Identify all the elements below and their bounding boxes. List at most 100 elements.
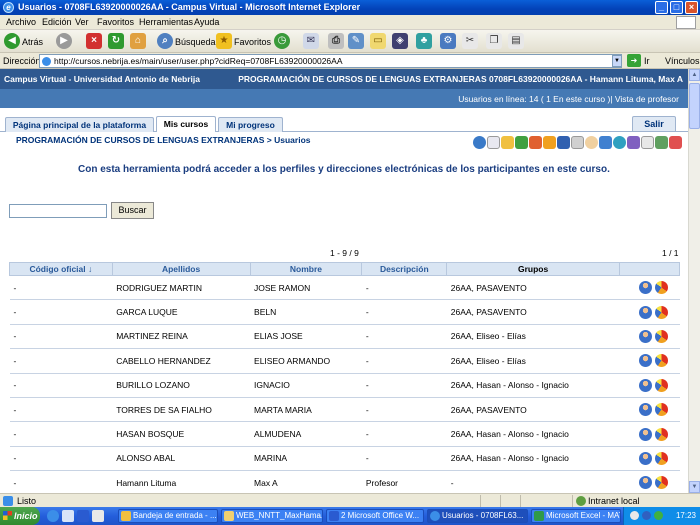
campus-title[interactable]: Campus Virtual - Universidad Antonio de …	[4, 74, 200, 84]
quicklaunch-ie-icon[interactable]	[47, 510, 59, 522]
tracking-icon[interactable]	[654, 451, 668, 465]
online-users-text[interactable]: Usuarios en línea: 14 ( 1 En este curso …	[458, 94, 679, 104]
header-official-code[interactable]: Código oficial ↓	[9, 262, 113, 276]
tab-my-courses[interactable]: Mis cursos	[156, 116, 216, 132]
tracking-icon[interactable]	[654, 427, 668, 441]
exercises-icon[interactable]	[529, 136, 542, 149]
documents-icon[interactable]	[501, 136, 514, 149]
tracking-icon[interactable]	[654, 354, 668, 368]
task-inbox[interactable]: Bandeja de entrada - ...	[118, 509, 218, 523]
search-button[interactable]: Buscar	[111, 202, 154, 219]
scroll-thumb[interactable]	[689, 83, 700, 129]
favorites-star-icon[interactable]: ★	[216, 33, 232, 49]
tray-nav-icon[interactable]	[630, 511, 639, 520]
vertical-scrollbar[interactable]: ▲ ▼	[688, 69, 700, 493]
quicklaunch-word-icon[interactable]	[77, 510, 89, 522]
tray-messenger-icon[interactable]	[654, 511, 663, 520]
stop-icon[interactable]: ×	[86, 33, 102, 49]
tracking-icon[interactable]	[654, 329, 668, 343]
user-info-icon[interactable]	[638, 281, 652, 295]
forum-icon[interactable]	[571, 136, 584, 149]
survey-icon[interactable]	[655, 136, 668, 149]
user-info-icon[interactable]	[638, 329, 652, 343]
address-input[interactable]: http://cursos.nebrija.es/main/user/user.…	[39, 54, 622, 68]
links-button[interactable]: Vínculos	[665, 56, 700, 66]
header-name[interactable]: Nombre	[249, 262, 363, 276]
user-info-icon[interactable]	[638, 451, 652, 465]
dropbox-icon[interactable]	[627, 136, 640, 149]
favorites-label[interactable]: Favoritos	[234, 37, 271, 47]
research-icon[interactable]: ◈	[392, 33, 408, 49]
search-label[interactable]: Búsqueda	[175, 37, 216, 47]
works-icon[interactable]	[557, 136, 570, 149]
back-arrow-icon[interactable]: ◀	[4, 33, 20, 49]
cell-name: BELN	[250, 299, 362, 325]
user-info-icon[interactable]	[638, 305, 652, 319]
logout-button[interactable]: Salir	[632, 116, 676, 132]
user-info-icon[interactable]	[638, 476, 652, 490]
close-button[interactable]: ×	[685, 1, 698, 14]
back-label[interactable]: Atrás	[22, 37, 43, 47]
task-excel[interactable]: Microsoft Excel - MAT...	[531, 509, 621, 523]
print-icon[interactable]: ⎙	[328, 33, 344, 49]
messenger-icon[interactable]: ♣	[416, 33, 432, 49]
header-surname[interactable]: Apellidos	[111, 262, 251, 276]
address-dropdown-icon[interactable]: ▼	[612, 55, 622, 67]
menu-ayuda[interactable]: Ayuda	[194, 17, 219, 27]
announcements-icon[interactable]	[473, 136, 486, 149]
discuss-icon[interactable]: ▭	[370, 33, 386, 49]
quicklaunch-desktop-icon[interactable]	[62, 510, 74, 522]
tracking-icon[interactable]	[654, 378, 668, 392]
menu-archivo[interactable]: Archivo	[6, 17, 36, 27]
user-info-icon[interactable]	[638, 378, 652, 392]
edit-icon[interactable]: ✎	[348, 33, 364, 49]
scroll-down-icon[interactable]: ▼	[689, 481, 700, 493]
tray-network-icon[interactable]	[642, 511, 651, 520]
mail-icon[interactable]: ✉	[303, 33, 319, 49]
tracking-icon[interactable]	[654, 281, 668, 295]
tracking-icon[interactable]	[654, 476, 668, 490]
learning-path-icon[interactable]	[543, 136, 556, 149]
breadcrumb-course[interactable]: PROGRAMACIÓN DE CURSOS DE LENGUAS EXTRAN…	[16, 135, 264, 145]
calendar-icon[interactable]	[487, 136, 500, 149]
tab-main-platform[interactable]: Página principal de la plataforma	[5, 117, 154, 132]
go-arrow-icon[interactable]: ➜	[627, 54, 641, 67]
minimize-button[interactable]: _	[655, 1, 668, 14]
users-icon[interactable]	[585, 136, 598, 149]
paste-icon[interactable]: ▤	[508, 33, 524, 49]
tools-icon[interactable]: ⚙	[440, 33, 456, 49]
tracking-icon[interactable]	[654, 305, 668, 319]
user-info-icon[interactable]	[638, 427, 652, 441]
home-icon[interactable]: ⌂	[130, 33, 146, 49]
search-icon[interactable]: ⌕	[157, 33, 173, 49]
user-info-icon[interactable]	[638, 403, 652, 417]
menu-favoritos[interactable]: Favoritos	[97, 17, 134, 27]
menu-ver[interactable]: Ver	[75, 17, 89, 27]
task-web-folder[interactable]: WEB_NNTT_MaxHama...	[221, 509, 323, 523]
chat-icon[interactable]	[613, 136, 626, 149]
task-office-word[interactable]: 2 Microsoft Office W...	[326, 509, 424, 523]
cut-icon[interactable]: ✂	[462, 33, 478, 49]
maximize-button[interactable]: □	[670, 1, 683, 14]
groups-icon[interactable]	[599, 136, 612, 149]
refresh-icon[interactable]: ↻	[108, 33, 124, 49]
menu-herramientas[interactable]: Herramientas	[139, 17, 193, 27]
breadcrumb-page[interactable]: Usuarios	[274, 135, 310, 145]
quicklaunch-explorer-icon[interactable]	[92, 510, 104, 522]
header-description[interactable]: Descripción	[361, 262, 448, 276]
tab-my-progress[interactable]: Mi progreso	[218, 117, 283, 132]
forward-arrow-icon[interactable]: ▶	[56, 33, 72, 49]
scroll-up-icon[interactable]: ▲	[689, 69, 700, 81]
user-info-icon[interactable]	[638, 354, 652, 368]
task-usuarios-ie[interactable]: Usuarios - 0708FL63...	[427, 509, 528, 523]
tracking-icon[interactable]	[654, 403, 668, 417]
start-button[interactable]: Inicio	[0, 507, 40, 525]
menu-edicion[interactable]: Edición	[42, 17, 72, 27]
history-icon[interactable]: ◷	[274, 33, 290, 49]
links-tool-icon[interactable]	[515, 136, 528, 149]
go-button[interactable]: Ir	[644, 56, 650, 66]
notebook-icon[interactable]	[641, 136, 654, 149]
copy-icon[interactable]: ❐	[486, 33, 502, 49]
settings-tool-icon[interactable]	[669, 136, 682, 149]
search-input[interactable]	[9, 204, 107, 218]
